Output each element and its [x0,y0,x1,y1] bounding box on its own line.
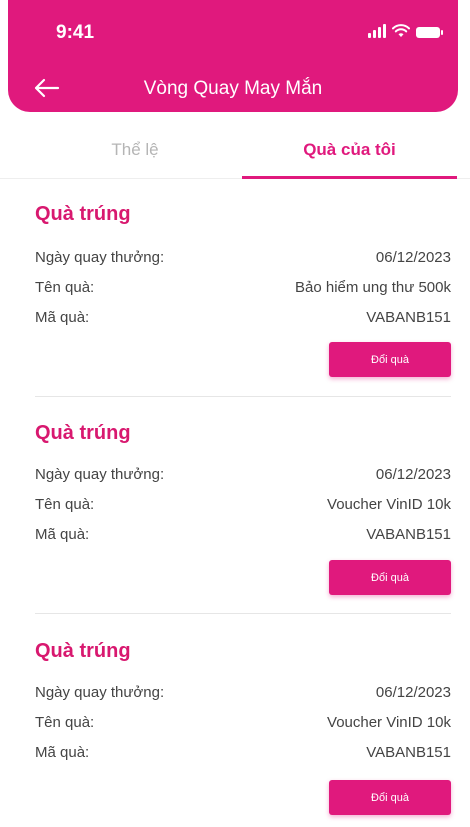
prize-code-value: VABANB151 [366,744,451,761]
app-header: 9:41 Vòng Quay May Mắn [8,0,458,112]
prize-name-row: Tên quà: Bảo hiểm ung thư 500k [35,279,451,301]
prize-code-row: Mã quà: VABANB151 [35,526,451,548]
signal-icon [368,24,386,38]
prize-code-label: Mã quà: [35,744,90,761]
prize-title: Quà trúng [35,422,131,444]
prize-name-label: Tên quà: [35,279,95,296]
prize-code-value: VABANB151 [366,526,451,543]
card-divider [35,396,451,397]
prize-name-row: Tên quà: Voucher VinID 10k [35,714,451,736]
tab-rules[interactable]: Thể lệ [30,122,240,178]
tab-my-gifts[interactable]: Quà của tôi [242,122,457,178]
prize-name-value: Voucher VinID 10k [327,714,451,731]
prize-title: Quà trúng [35,640,131,662]
card-divider [35,613,451,614]
redeem-button[interactable]: Đổi quà [329,560,451,595]
prize-name-value: Bảo hiểm ung thư 500k [295,279,451,296]
prize-code-value: VABANB151 [366,309,451,326]
prize-title: Quà trúng [35,203,131,225]
prize-code-label: Mã quà: [35,526,90,543]
prize-code-row: Mã quà: VABANB151 [35,309,451,331]
prize-card: Quà trúng Ngày quay thưởng: 06/12/2023 T… [35,422,451,602]
wifi-icon [392,24,410,37]
prize-date-label: Ngày quay thưởng: [35,249,165,266]
prize-date-value: 06/12/2023 [375,684,451,701]
tab-bar: Thể lệ Quà của tôi [0,122,470,179]
battery-icon [416,27,443,38]
status-time: 9:41 [56,22,95,43]
prize-date-row: Ngày quay thưởng: 06/12/2023 [35,684,451,706]
prize-card: Quà trúng Ngày quay thưởng: 06/12/2023 T… [35,640,451,820]
prize-name-value: Voucher VinID 10k [327,496,451,513]
status-icons [368,24,443,38]
prize-name-label: Tên quà: [35,496,95,513]
prize-date-label: Ngày quay thưởng: [35,684,165,701]
prize-date-value: 06/12/2023 [375,466,451,483]
prize-code-label: Mã quà: [35,309,90,326]
prize-date-row: Ngày quay thưởng: 06/12/2023 [35,466,451,488]
prize-code-row: Mã quà: VABANB151 [35,744,451,766]
redeem-button[interactable]: Đổi quà [329,342,451,377]
prize-date-row: Ngày quay thưởng: 06/12/2023 [35,249,451,271]
prize-card: Quà trúng Ngày quay thưởng: 06/12/2023 T… [35,203,451,383]
prize-date-label: Ngày quay thưởng: [35,466,165,483]
redeem-button[interactable]: Đổi quà [329,780,451,815]
prize-name-label: Tên quà: [35,714,95,731]
active-tab-indicator [242,176,457,179]
prize-name-row: Tên quà: Voucher VinID 10k [35,496,451,518]
prize-date-value: 06/12/2023 [375,249,451,266]
page-title: Vòng Quay May Mắn [143,78,323,99]
